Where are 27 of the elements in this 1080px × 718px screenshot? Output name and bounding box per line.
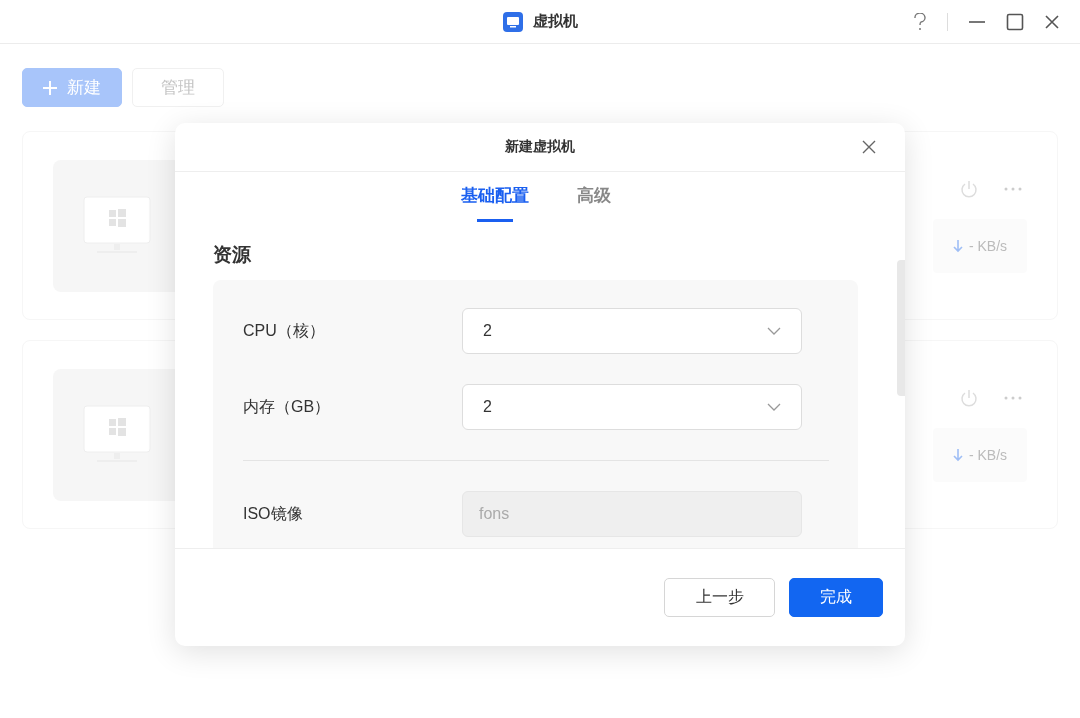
dialog-title: 新建虚拟机 [505, 138, 575, 156]
chevron-down-icon [767, 403, 781, 411]
window-title: 虚拟机 [532, 12, 578, 31]
close-icon[interactable] [862, 140, 876, 154]
help-icon[interactable] [913, 12, 927, 31]
close-icon[interactable] [1044, 13, 1060, 30]
dropdown[interactable]: 2 [462, 384, 802, 430]
field-label: 内存（GB） [243, 396, 332, 417]
download-speed: - KB/s [968, 446, 1008, 463]
tab[interactable]: 基础配置 [460, 182, 529, 222]
scrollbar-thumb[interactable] [897, 260, 905, 396]
finish-button[interactable]: 完成 [789, 578, 883, 617]
down-arrow-icon [952, 238, 963, 253]
down-arrow-icon [952, 447, 963, 462]
chevron-down-icon [767, 327, 781, 335]
field-label: CPU（核） [243, 320, 326, 341]
dropdown[interactable]: 2 [462, 308, 802, 354]
download-speed: - KB/s [968, 237, 1008, 254]
monitor-icon [83, 195, 153, 256]
field-label: ISO镜像 [243, 503, 304, 524]
section-title: 资源 [213, 243, 252, 267]
back-button[interactable]: 上一步 [664, 578, 775, 617]
maximize-icon[interactable] [1006, 12, 1024, 31]
app-logo-icon [502, 11, 523, 32]
plus-icon [43, 80, 57, 95]
monitor-icon [83, 404, 153, 465]
tab[interactable]: 高级 [576, 182, 611, 222]
